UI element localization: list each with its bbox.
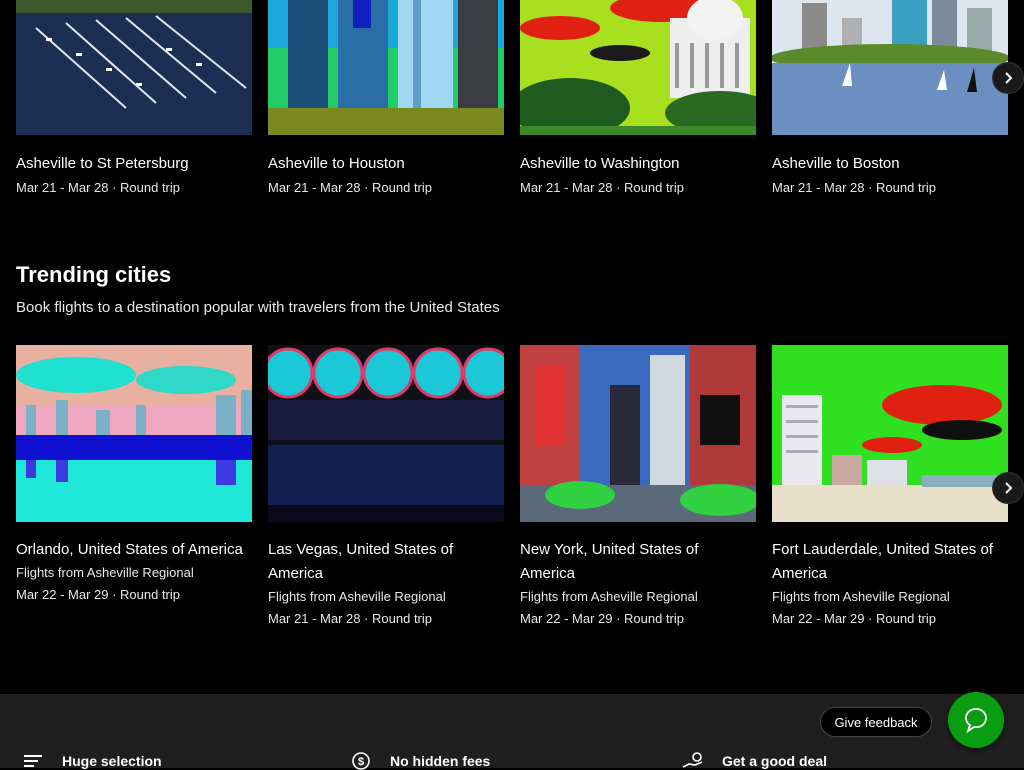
feature-label: Huge selection bbox=[62, 753, 162, 769]
card-title: New York, United States of America bbox=[520, 541, 699, 582]
chevron-right-icon bbox=[1005, 482, 1013, 494]
card-origin: Flights from Asheville Regional bbox=[772, 589, 950, 604]
card-title: Asheville to St Petersburg bbox=[16, 155, 189, 172]
card-image bbox=[268, 345, 504, 522]
section-subtitle: Book flights to a destination popular wi… bbox=[16, 299, 500, 316]
chevron-right-icon bbox=[1005, 72, 1013, 84]
card-origin: Flights from Asheville Regional bbox=[520, 589, 698, 604]
hand-coins-icon bbox=[682, 752, 703, 768]
card-dates: Mar 21 - Mar 28 · Round trip bbox=[16, 180, 181, 195]
card-title: Asheville to Houston bbox=[268, 155, 405, 172]
card-title: Asheville to Washington bbox=[520, 155, 680, 172]
card-image bbox=[772, 345, 1008, 522]
feature-label: Get a good deal bbox=[722, 753, 828, 769]
destination-card[interactable]: Fort Lauderdale, United States of Americ… bbox=[772, 345, 1008, 630]
dollar-circle-icon: $ bbox=[352, 752, 370, 770]
card-image bbox=[16, 345, 252, 522]
card-dates: Mar 21 - Mar 28 · Round trip bbox=[772, 180, 937, 195]
card-image bbox=[772, 0, 1008, 135]
card-dates: Mar 21 - Mar 28 · Round trip bbox=[268, 611, 433, 626]
feature-huge-selection: Huge selection bbox=[22, 752, 162, 770]
feature-good-deal: Get a good deal bbox=[682, 752, 827, 770]
destination-card[interactable]: Asheville to Washington Mar 21 - Mar 28 … bbox=[520, 0, 756, 199]
chat-button[interactable] bbox=[948, 692, 1004, 748]
card-dates: Mar 22 - Mar 29 · Round trip bbox=[520, 611, 685, 626]
destination-card[interactable]: New York, United States of America Fligh… bbox=[520, 345, 756, 630]
svg-text:$: $ bbox=[358, 756, 364, 768]
carousel-next-button[interactable] bbox=[992, 62, 1024, 94]
card-dates: Mar 22 - Mar 29 · Round trip bbox=[16, 587, 181, 602]
card-dates: Mar 21 - Mar 28 · Round trip bbox=[520, 180, 685, 195]
destination-card[interactable]: Las Vegas, United States of America Flig… bbox=[268, 345, 504, 630]
carousel-next-button[interactable] bbox=[992, 472, 1024, 504]
card-image bbox=[520, 345, 756, 522]
card-origin: Flights from Asheville Regional bbox=[268, 589, 446, 604]
card-dates: Mar 22 - Mar 29 · Round trip bbox=[772, 611, 937, 626]
section-title: Trending cities bbox=[16, 262, 172, 287]
give-feedback-button[interactable]: Give feedback bbox=[820, 707, 932, 737]
card-dates: Mar 21 - Mar 28 · Round trip bbox=[268, 180, 433, 195]
destination-card[interactable]: Orlando, United States of America Flight… bbox=[16, 345, 252, 630]
feature-no-hidden-fees: $ No hidden fees bbox=[350, 752, 490, 770]
trending-carousel: Orlando, United States of America Flight… bbox=[16, 345, 1008, 630]
card-title: Fort Lauderdale, United States of Americ… bbox=[772, 541, 993, 582]
card-image bbox=[268, 0, 504, 135]
destination-card[interactable]: Asheville to St Petersburg Mar 21 - Mar … bbox=[16, 0, 252, 199]
feature-label: No hidden fees bbox=[390, 753, 491, 769]
card-image bbox=[520, 0, 756, 135]
card-title: Orlando, United States of America bbox=[16, 541, 243, 558]
card-title: Asheville to Boston bbox=[772, 155, 900, 172]
card-origin: Flights from Asheville Regional bbox=[16, 565, 194, 580]
destination-card[interactable]: Asheville to Houston Mar 21 - Mar 28 · R… bbox=[268, 0, 504, 199]
list-icon bbox=[24, 755, 42, 767]
card-title: Las Vegas, United States of America bbox=[268, 541, 454, 582]
card-image bbox=[16, 0, 252, 135]
top-carousel: Asheville to St Petersburg Mar 21 - Mar … bbox=[16, 0, 1008, 199]
chat-bubble-icon bbox=[965, 708, 987, 734]
destination-card[interactable]: Asheville to Boston Mar 21 - Mar 28 · Ro… bbox=[772, 0, 1008, 199]
